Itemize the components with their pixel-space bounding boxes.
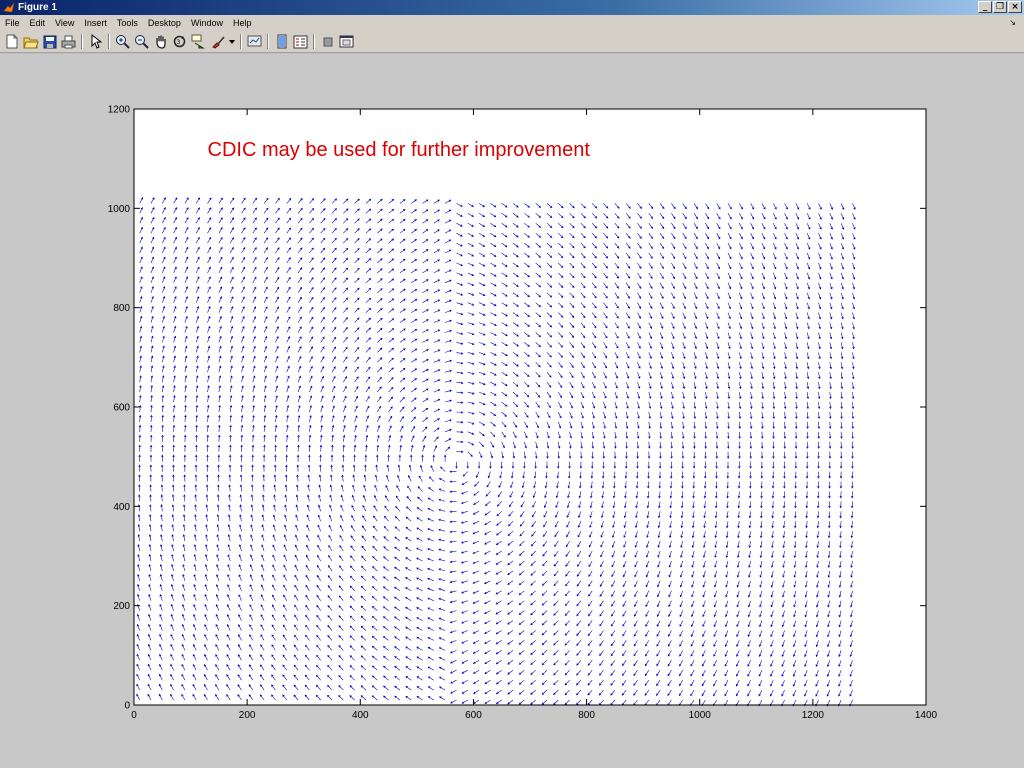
x-tick-label: 200 [239, 710, 256, 721]
y-tick-label: 400 [113, 502, 130, 513]
minimize-button[interactable]: _ [978, 1, 992, 13]
new-figure-icon[interactable] [3, 33, 20, 50]
hide-plot-tools-icon[interactable] [319, 33, 336, 50]
print-icon[interactable] [60, 33, 77, 50]
legend-icon[interactable] [292, 33, 309, 50]
data-cursor-icon[interactable] [190, 33, 207, 50]
matlab-logo-icon [3, 2, 15, 12]
y-tick-label: 1000 [108, 204, 131, 215]
x-tick-label: 400 [352, 710, 369, 721]
menu-bar: File Edit View Insert Tools Desktop Wind… [0, 15, 1024, 31]
svg-text:3: 3 [177, 39, 181, 46]
toolbar-separator [313, 34, 315, 49]
zoom-out-icon[interactable] [133, 33, 150, 50]
colorbar-icon[interactable] [273, 33, 290, 50]
pan-hand-icon[interactable] [152, 33, 169, 50]
x-tick-label: 1400 [915, 710, 938, 721]
toolbar-separator [81, 34, 83, 49]
y-tick-label: 600 [113, 403, 130, 414]
menu-window[interactable]: Window [186, 18, 228, 28]
toolbar-separator [267, 34, 269, 49]
y-tick-label: 200 [113, 601, 130, 612]
y-tick-label: 0 [124, 701, 130, 712]
menu-file[interactable]: File [0, 18, 25, 28]
restore-button[interactable]: ❐ [993, 1, 1007, 13]
menu-insert[interactable]: Insert [79, 18, 112, 28]
link-plot-icon[interactable] [246, 33, 263, 50]
x-tick-label: 600 [465, 710, 482, 721]
close-button[interactable]: × [1008, 1, 1022, 13]
y-tick-label: 800 [113, 303, 130, 314]
window-title: Figure 1 [18, 2, 57, 13]
x-tick-label: 1000 [689, 710, 712, 721]
figure-canvas: 0 200 400 600 800 1000 1200 1400 0 200 400 600 800 10… [0, 54, 1024, 768]
show-plot-tools-icon[interactable] [338, 33, 355, 50]
rotate-3d-icon[interactable]: 3 [171, 33, 188, 50]
open-file-icon[interactable] [22, 33, 39, 50]
zoom-in-icon[interactable] [114, 33, 131, 50]
menu-view[interactable]: View [50, 18, 79, 28]
quiver-chart[interactable]: 0 200 400 600 800 1000 1200 1400 0 200 400 600 800 10… [0, 54, 1024, 768]
menu-dock-arrow-icon[interactable]: ↘ [1009, 18, 1016, 27]
brush-icon[interactable] [209, 33, 226, 50]
window-titlebar: Figure 1 _ ❐ × [0, 0, 1024, 15]
toolbar-separator [108, 34, 110, 49]
menu-tools[interactable]: Tools [112, 18, 143, 28]
x-tick-label: 0 [131, 710, 137, 721]
figure-toolbar: 3 [0, 31, 1024, 53]
menu-edit[interactable]: Edit [25, 18, 51, 28]
brush-dropdown-icon[interactable] [228, 33, 236, 50]
pointer-icon[interactable] [87, 33, 104, 50]
x-tick-label: 1200 [802, 710, 825, 721]
y-tick-label: 1200 [108, 105, 131, 116]
chart-annotation: CDIC may be used for further improvement [208, 139, 591, 161]
x-tick-label: 800 [578, 710, 595, 721]
menu-desktop[interactable]: Desktop [143, 18, 186, 28]
toolbar-separator [240, 34, 242, 49]
save-icon[interactable] [41, 33, 58, 50]
menu-help[interactable]: Help [228, 18, 257, 28]
